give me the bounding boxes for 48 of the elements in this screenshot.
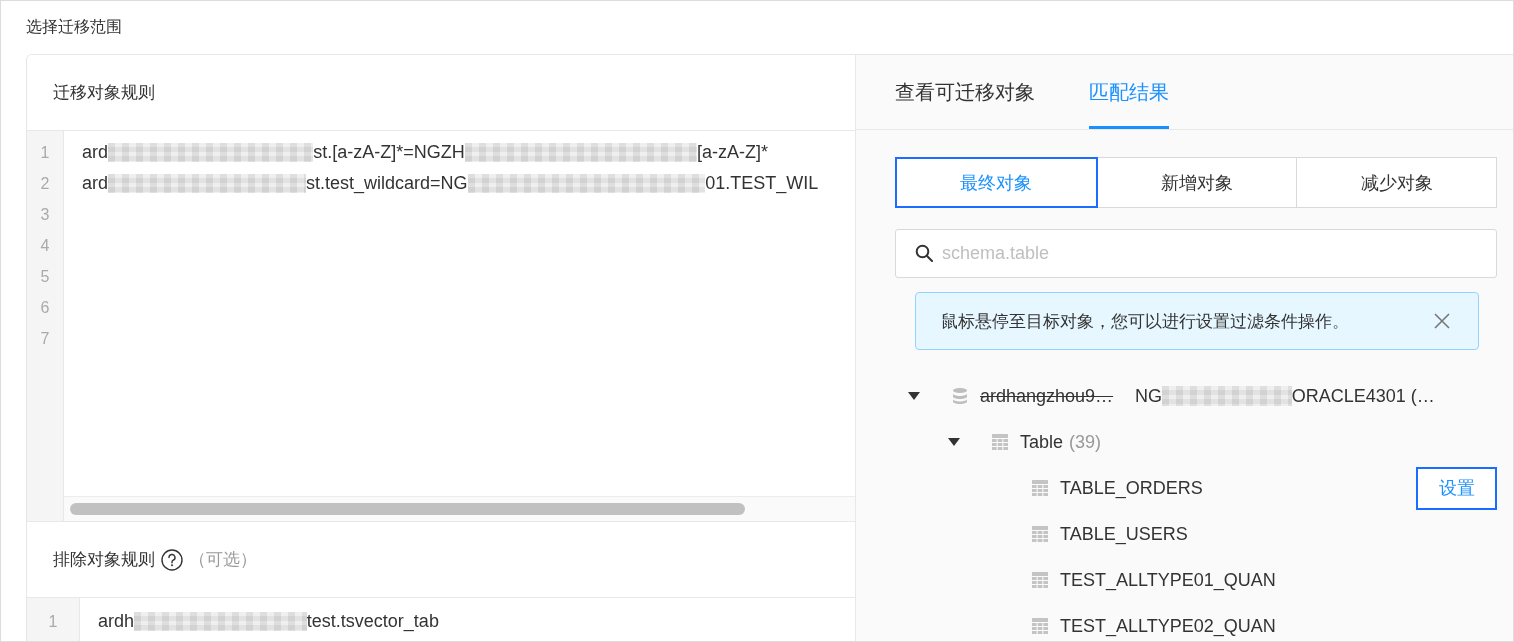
table-icon xyxy=(1031,525,1049,543)
code-editor[interactable]: 1 ardh test.tsvector_tab xyxy=(27,597,855,641)
code-editor[interactable]: 1 2 3 4 5 6 7 ard st.[a-zA-Z]*=NGZH [a-zA-Z]* ard st.test_wildcard=NG 01.TEST_WIL xyxy=(27,130,855,522)
table-icon xyxy=(1031,479,1049,497)
optional-hint: （可选） xyxy=(189,549,257,571)
target-text: NG xyxy=(1135,385,1163,407)
help-icon[interactable] xyxy=(161,548,183,571)
exclude-rules-label: 排除对象规则 xyxy=(53,549,155,571)
tree-node-label[interactable]: ardhangzhou9… xyxy=(980,385,1114,407)
line-number: 1 xyxy=(47,612,59,632)
database-icon xyxy=(951,387,969,405)
caret-down-icon[interactable] xyxy=(908,390,920,402)
alert-text: 鼠标悬停至目标对象，您可以进行设置过滤条件操作。 xyxy=(941,310,1349,333)
line-number: 5 xyxy=(39,267,51,287)
target-text: ORACLE4301 (… xyxy=(1291,385,1435,407)
tree-node-label[interactable]: TABLE_USERS xyxy=(1060,523,1188,545)
code-text: ard xyxy=(82,142,108,163)
line-number: 4 xyxy=(39,236,51,256)
scrollbar-thumb[interactable] xyxy=(70,503,745,515)
filter-button[interactable]: 减少对象 xyxy=(1296,157,1497,208)
tree-node-label[interactable]: Table xyxy=(1020,431,1064,453)
search-icon xyxy=(915,244,933,262)
code-text: 01.TEST_WIL xyxy=(705,173,819,194)
table-icon xyxy=(991,433,1009,451)
line-number: 7 xyxy=(39,329,51,349)
filter-button[interactable]: 新增对象 xyxy=(1096,157,1298,208)
rules-label: 迁移对象规则 xyxy=(53,82,155,104)
line-number: 6 xyxy=(39,298,51,318)
search-field[interactable]: schema.table xyxy=(895,229,1497,278)
section-title: 选择迁移范围 xyxy=(26,17,122,37)
tree-node-label[interactable]: TEST_ALLTYPE02_QUAN xyxy=(1060,615,1276,637)
item-count: (39) xyxy=(1069,431,1102,453)
tab[interactable]: 查看可迁移对象 xyxy=(895,55,1035,129)
tree-node-label[interactable]: TABLE_ORDERS xyxy=(1060,477,1203,499)
line-number: 3 xyxy=(39,205,51,225)
code-text: st.[a-zA-Z]*=NGZH xyxy=(313,142,465,163)
code-text: st.test_wildcard=NG xyxy=(306,173,468,194)
table-icon xyxy=(1031,571,1049,589)
caret-down-icon[interactable] xyxy=(948,436,960,448)
code-text: ard xyxy=(82,173,108,194)
line-number: 2 xyxy=(39,174,51,194)
line-number: 1 xyxy=(39,143,51,163)
tree-node-label[interactable]: TEST_ALLTYPE01_QUAN xyxy=(1060,569,1276,591)
table-icon xyxy=(1031,617,1049,635)
code-text: test.tsvector_tab xyxy=(306,611,439,632)
code-text: ardh xyxy=(98,611,135,632)
code-text: [a-zA-Z]* xyxy=(696,142,768,163)
close-icon[interactable] xyxy=(1434,313,1450,329)
